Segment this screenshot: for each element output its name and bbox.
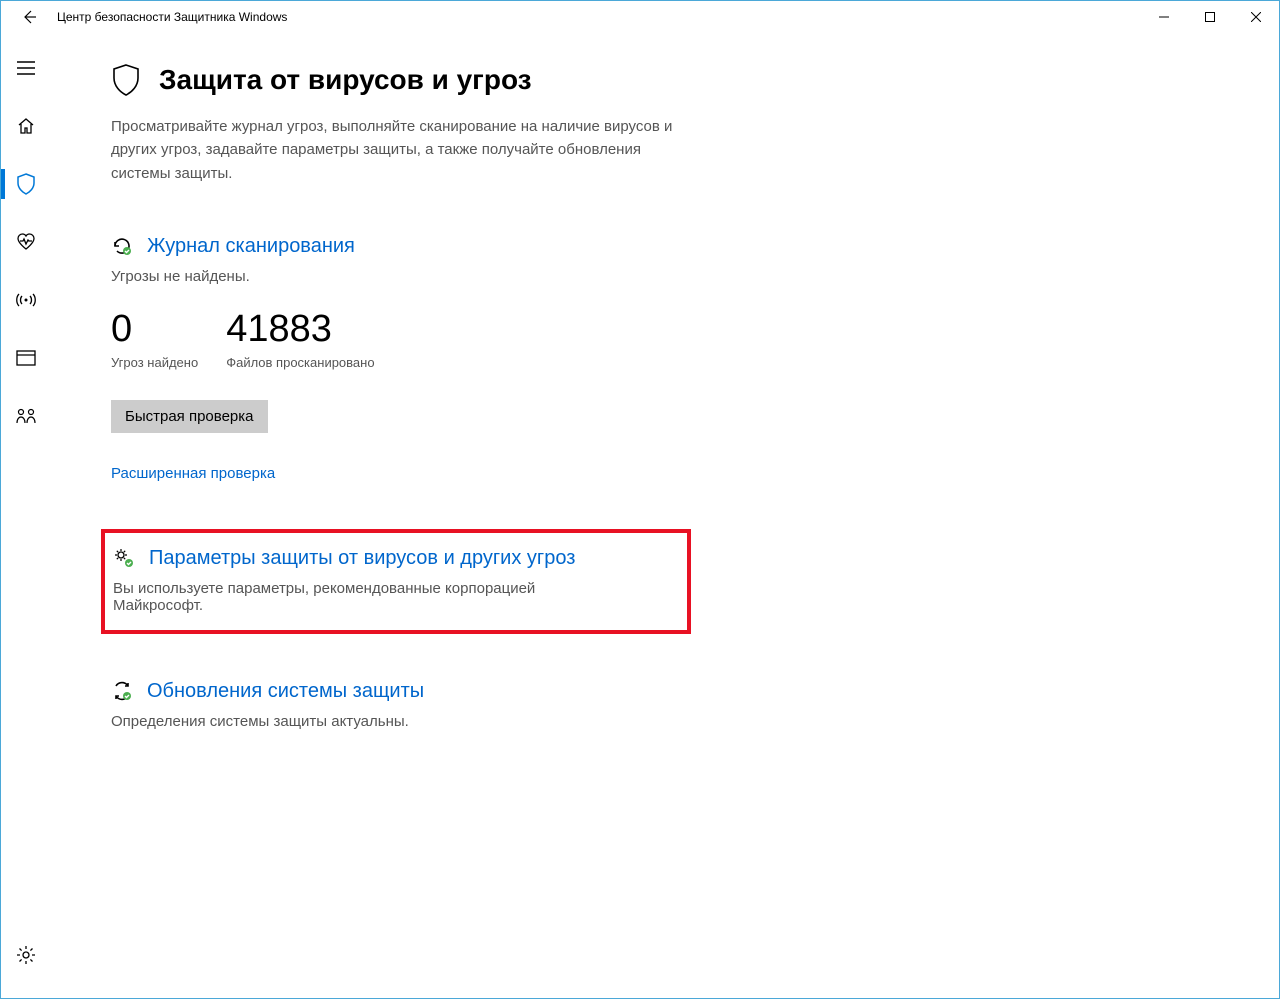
shield-icon bbox=[16, 173, 36, 195]
protection-settings-subtitle: Вы используете параметры, рекомендованны… bbox=[113, 580, 613, 614]
nav-app-browser[interactable] bbox=[1, 335, 51, 381]
maximize-button[interactable] bbox=[1187, 1, 1233, 33]
threats-label: Угроз найдено bbox=[111, 355, 198, 370]
page-header: Защита от вирусов и угроз bbox=[111, 63, 1219, 97]
heart-icon bbox=[16, 233, 36, 251]
nav-home[interactable] bbox=[1, 103, 51, 149]
updates-section: Обновления системы защиты Определения си… bbox=[111, 680, 1219, 730]
protection-settings-section: Параметры защиты от вирусов и других угр… bbox=[101, 529, 691, 634]
window-icon bbox=[16, 350, 36, 366]
shield-large-icon bbox=[111, 63, 141, 97]
threats-count: 0 bbox=[111, 309, 198, 351]
sidebar bbox=[1, 33, 51, 998]
minimize-button[interactable] bbox=[1141, 1, 1187, 33]
scan-history-section: Журнал сканирования Угрозы не найдены. 0… bbox=[111, 235, 1219, 483]
family-icon bbox=[15, 408, 37, 424]
scan-history-subtitle: Угрозы не найдены. bbox=[111, 268, 1219, 285]
updates-link[interactable]: Обновления системы защиты bbox=[147, 680, 424, 703]
gear-icon bbox=[16, 945, 36, 965]
home-icon bbox=[16, 116, 36, 136]
scan-history-link[interactable]: Журнал сканирования bbox=[147, 235, 355, 258]
window-controls bbox=[1141, 1, 1279, 33]
arrow-left-icon bbox=[21, 9, 37, 25]
history-icon bbox=[111, 235, 133, 257]
advanced-scan-link[interactable]: Расширенная проверка bbox=[111, 465, 275, 482]
quick-scan-button[interactable]: Быстрая проверка bbox=[111, 400, 268, 433]
titlebar: Центр безопасности Защитника Windows bbox=[1, 1, 1279, 33]
close-icon bbox=[1251, 12, 1261, 22]
hamburger-icon bbox=[17, 61, 35, 75]
updates-subtitle: Определения системы защиты актуальны. bbox=[111, 713, 1219, 730]
nav-firewall[interactable] bbox=[1, 277, 51, 323]
page-title: Защита от вирусов и угроз bbox=[159, 64, 532, 96]
nav-menu[interactable] bbox=[1, 45, 51, 91]
back-button[interactable] bbox=[9, 1, 49, 33]
close-button[interactable] bbox=[1233, 1, 1279, 33]
antenna-icon bbox=[15, 291, 37, 309]
refresh-icon bbox=[111, 680, 133, 702]
main-content: Защита от вирусов и угроз Просматривайте… bbox=[51, 33, 1279, 998]
threats-found-stat: 0 Угроз найдено bbox=[111, 309, 198, 370]
minimize-icon bbox=[1159, 12, 1169, 22]
window-title: Центр безопасности Защитника Windows bbox=[57, 10, 287, 24]
files-label: Файлов просканировано bbox=[226, 355, 374, 370]
nav-virus-protection[interactable] bbox=[1, 161, 51, 207]
maximize-icon bbox=[1205, 12, 1215, 22]
protection-settings-link[interactable]: Параметры защиты от вирусов и других угр… bbox=[149, 547, 575, 570]
settings-gear-icon bbox=[113, 547, 135, 569]
nav-family[interactable] bbox=[1, 393, 51, 439]
files-scanned-stat: 41883 Файлов просканировано bbox=[226, 309, 374, 370]
page-description: Просматривайте журнал угроз, выполняйте … bbox=[111, 115, 691, 185]
nav-device-health[interactable] bbox=[1, 219, 51, 265]
nav-settings[interactable] bbox=[1, 932, 51, 978]
files-count: 41883 bbox=[226, 309, 374, 351]
scan-stats: 0 Угроз найдено 41883 Файлов просканиров… bbox=[111, 309, 1219, 370]
